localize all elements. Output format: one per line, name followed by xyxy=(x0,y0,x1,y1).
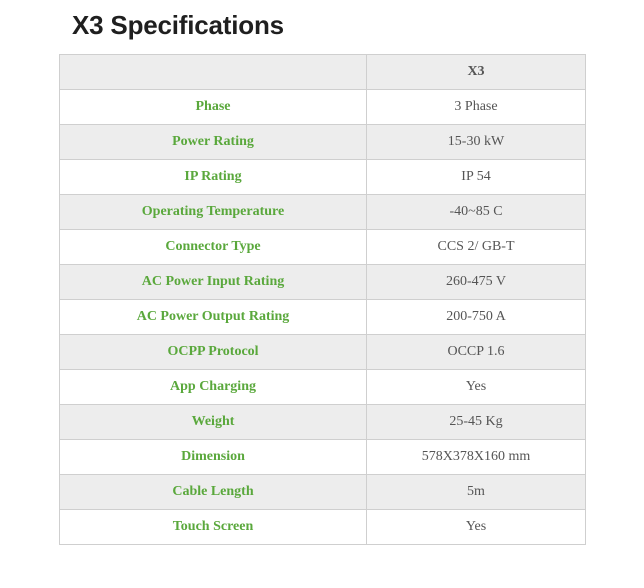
spec-label: Connector Type xyxy=(59,229,367,265)
spec-value: IP 54 xyxy=(366,159,586,195)
table-row: Dimension 578X378X160 mm xyxy=(59,439,586,475)
spec-label: Phase xyxy=(59,89,367,125)
spec-value: 578X378X160 mm xyxy=(366,439,586,475)
spec-value: 15-30 kW xyxy=(366,124,586,160)
table-row: Operating Temperature -40~85 C xyxy=(59,194,586,230)
table-row: Weight 25-45 Kg xyxy=(59,404,586,440)
table-row: AC Power Input Rating 260-475 V xyxy=(59,264,586,300)
table-row: Phase 3 Phase xyxy=(59,89,586,125)
spec-label: OCPP Protocol xyxy=(59,334,367,370)
spec-value: 5m xyxy=(366,474,586,510)
spec-value: -40~85 C xyxy=(366,194,586,230)
spec-label: Touch Screen xyxy=(59,509,367,545)
spec-label: AC Power Output Rating xyxy=(59,299,367,335)
spec-label: Weight xyxy=(59,404,367,440)
spec-value: Yes xyxy=(366,369,586,405)
spec-label: Dimension xyxy=(59,439,367,475)
table-row: Connector Type CCS 2/ GB-T xyxy=(59,229,586,265)
table-row: OCPP Protocol OCCP 1.6 xyxy=(59,334,586,370)
table-header-row: X3 xyxy=(59,54,586,90)
spec-value: CCS 2/ GB-T xyxy=(366,229,586,265)
spec-label: Cable Length xyxy=(59,474,367,510)
spec-label: IP Rating xyxy=(59,159,367,195)
spec-label: Operating Temperature xyxy=(59,194,367,230)
table-row: Cable Length 5m xyxy=(59,474,586,510)
spec-column-header xyxy=(59,54,367,90)
table-row: Touch Screen Yes xyxy=(59,509,586,545)
spec-value: 260-475 V xyxy=(366,264,586,300)
spec-value: 200-750 A xyxy=(366,299,586,335)
table-row: App Charging Yes xyxy=(59,369,586,405)
spec-label: Power Rating xyxy=(59,124,367,160)
model-column-header: X3 xyxy=(366,54,586,90)
table-row: Power Rating 15-30 kW xyxy=(59,124,586,160)
table-row: IP Rating IP 54 xyxy=(59,159,586,195)
spec-value: 3 Phase xyxy=(366,89,586,125)
spec-label: App Charging xyxy=(59,369,367,405)
spec-value: OCCP 1.6 xyxy=(366,334,586,370)
table-row: AC Power Output Rating 200-750 A xyxy=(59,299,586,335)
specifications-table: X3 Phase 3 Phase Power Rating 15-30 kW I… xyxy=(59,54,586,545)
spec-value: 25-45 Kg xyxy=(366,404,586,440)
spec-value: Yes xyxy=(366,509,586,545)
page-title: X3 Specifications xyxy=(72,10,284,40)
spec-label: AC Power Input Rating xyxy=(59,264,367,300)
